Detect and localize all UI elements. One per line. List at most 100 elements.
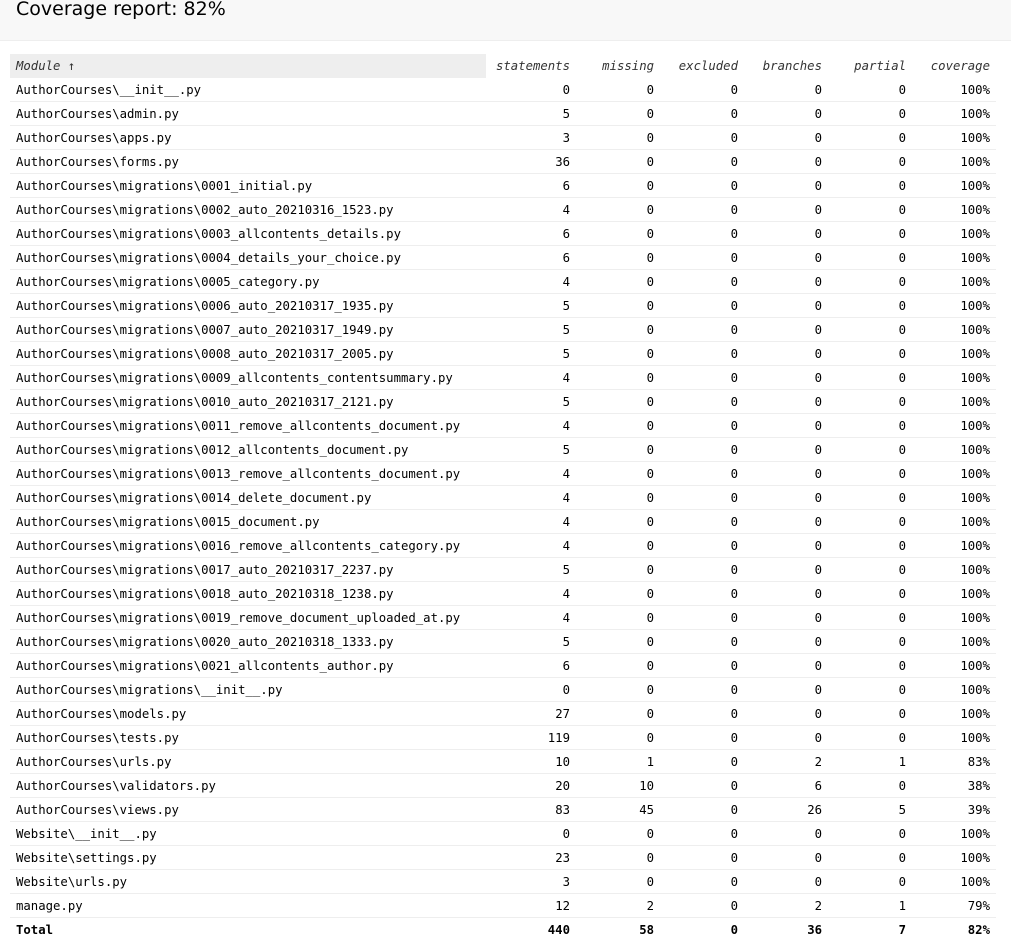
module-file-link[interactable]: Website\__init__.py: [16, 827, 157, 841]
module-file-link[interactable]: AuthorCourses\migrations\0014_delete_doc…: [16, 491, 371, 505]
module-file-link[interactable]: AuthorCourses\migrations\0021_allcontent…: [16, 659, 394, 673]
column-header-branches[interactable]: branches: [744, 54, 828, 78]
module-file-link[interactable]: AuthorCourses\migrations\0012_allcontent…: [16, 443, 408, 457]
module-file-link[interactable]: AuthorCourses\migrations\0016_remove_all…: [16, 539, 460, 553]
missing-cell: 0: [576, 534, 660, 558]
module-file-link[interactable]: AuthorCourses\migrations\0001_initial.py: [16, 179, 312, 193]
branches-cell: 0: [744, 150, 828, 174]
coverage-cell: 100%: [912, 414, 996, 438]
missing-cell: 0: [576, 486, 660, 510]
module-file-link[interactable]: AuthorCourses\migrations\0019_remove_doc…: [16, 611, 460, 625]
branches-cell: 26: [744, 798, 828, 822]
table-row: AuthorCourses\validators.py201006038%: [10, 774, 996, 798]
column-header-module[interactable]: Module ↑: [10, 54, 486, 78]
table-row: Website\urls.py30000100%: [10, 870, 996, 894]
table-row: AuthorCourses\migrations\0017_auto_20210…: [10, 558, 996, 582]
module-file-link[interactable]: AuthorCourses\migrations\0018_auto_20210…: [16, 587, 394, 601]
module-file-link[interactable]: AuthorCourses\admin.py: [16, 107, 179, 121]
module-file-link[interactable]: AuthorCourses\migrations\0007_auto_20210…: [16, 323, 394, 337]
branches-cell: 0: [744, 606, 828, 630]
statements-cell: 4: [486, 462, 576, 486]
module-file-link[interactable]: Website\settings.py: [16, 851, 157, 865]
coverage-cell: 100%: [912, 510, 996, 534]
table-row: AuthorCourses\migrations\0012_allcontent…: [10, 438, 996, 462]
branches-cell: 0: [744, 678, 828, 702]
partial-cell: 0: [828, 486, 912, 510]
table-row: AuthorCourses\migrations\0008_auto_20210…: [10, 342, 996, 366]
column-header-statements[interactable]: statements: [486, 54, 576, 78]
coverage-cell: 39%: [912, 798, 996, 822]
missing-cell: 0: [576, 822, 660, 846]
module-cell: AuthorCourses\migrations\0006_auto_20210…: [10, 294, 486, 318]
module-cell: AuthorCourses\views.py: [10, 798, 486, 822]
coverage-cell: 100%: [912, 558, 996, 582]
module-cell: AuthorCourses\migrations\__init__.py: [10, 678, 486, 702]
module-file-link[interactable]: AuthorCourses\apps.py: [16, 131, 171, 145]
module-file-link[interactable]: AuthorCourses\urls.py: [16, 755, 171, 769]
coverage-cell: 100%: [912, 270, 996, 294]
branches-cell: 0: [744, 702, 828, 726]
module-file-link[interactable]: AuthorCourses\tests.py: [16, 731, 179, 745]
branches-cell: 0: [744, 318, 828, 342]
column-header-missing[interactable]: missing: [576, 54, 660, 78]
column-header-excluded[interactable]: excluded: [660, 54, 744, 78]
module-file-link[interactable]: AuthorCourses\migrations\0006_auto_20210…: [16, 299, 394, 313]
table-row: AuthorCourses\models.py270000100%: [10, 702, 996, 726]
module-cell: AuthorCourses\migrations\0001_initial.py: [10, 174, 486, 198]
excluded-cell: 0: [660, 486, 744, 510]
module-file-link[interactable]: AuthorCourses\migrations\0013_remove_all…: [16, 467, 460, 481]
missing-cell: 0: [576, 198, 660, 222]
excluded-cell: 0: [660, 462, 744, 486]
missing-cell: 0: [576, 126, 660, 150]
module-file-link[interactable]: manage.py: [16, 899, 83, 913]
branches-cell: 6: [744, 774, 828, 798]
coverage-cell: 100%: [912, 438, 996, 462]
module-file-link[interactable]: AuthorCourses\forms.py: [16, 155, 179, 169]
branches-cell: 2: [744, 750, 828, 774]
module-file-link[interactable]: AuthorCourses\__init__.py: [16, 83, 201, 97]
statements-cell: 4: [486, 510, 576, 534]
module-file-link[interactable]: AuthorCourses\views.py: [16, 803, 179, 817]
statements-cell: 6: [486, 654, 576, 678]
module-file-link[interactable]: AuthorCourses\migrations\0017_auto_20210…: [16, 563, 394, 577]
statements-cell: 4: [486, 198, 576, 222]
module-file-link[interactable]: AuthorCourses\models.py: [16, 707, 186, 721]
statements-cell: 27: [486, 702, 576, 726]
module-file-link[interactable]: AuthorCourses\migrations\0005_category.p…: [16, 275, 320, 289]
module-file-link[interactable]: AuthorCourses\migrations\0020_auto_20210…: [16, 635, 394, 649]
excluded-cell: 0: [660, 342, 744, 366]
module-file-link[interactable]: AuthorCourses\migrations\0004_details_yo…: [16, 251, 401, 265]
module-file-link[interactable]: Website\urls.py: [16, 875, 127, 889]
module-file-link[interactable]: AuthorCourses\migrations\0015_document.p…: [16, 515, 320, 529]
statements-cell: 36: [486, 150, 576, 174]
coverage-cell: 100%: [912, 702, 996, 726]
statements-cell: 20: [486, 774, 576, 798]
table-row: AuthorCourses\migrations\0007_auto_20210…: [10, 318, 996, 342]
table-row: AuthorCourses\migrations\0020_auto_20210…: [10, 630, 996, 654]
statements-cell: 83: [486, 798, 576, 822]
excluded-cell: 0: [660, 606, 744, 630]
column-header-coverage[interactable]: coverage: [912, 54, 996, 78]
module-file-link[interactable]: AuthorCourses\migrations\0008_auto_20210…: [16, 347, 394, 361]
module-file-link[interactable]: AuthorCourses\migrations\0002_auto_20210…: [16, 203, 394, 217]
module-file-link[interactable]: AuthorCourses\migrations\0003_allcontent…: [16, 227, 401, 241]
table-row: AuthorCourses\admin.py50000100%: [10, 102, 996, 126]
excluded-cell: 0: [660, 390, 744, 414]
coverage-cell: 100%: [912, 462, 996, 486]
table-row: AuthorCourses\tests.py1190000100%: [10, 726, 996, 750]
total-label: Total: [10, 918, 486, 941]
module-file-link[interactable]: AuthorCourses\migrations\0009_allcontent…: [16, 371, 453, 385]
module-file-link[interactable]: AuthorCourses\migrations\__init__.py: [16, 683, 283, 697]
branches-cell: 0: [744, 510, 828, 534]
table-row: Website\__init__.py00000100%: [10, 822, 996, 846]
missing-cell: 0: [576, 438, 660, 462]
partial-cell: 0: [828, 438, 912, 462]
branches-cell: 0: [744, 654, 828, 678]
module-file-link[interactable]: AuthorCourses\migrations\0011_remove_all…: [16, 419, 460, 433]
module-file-link[interactable]: AuthorCourses\validators.py: [16, 779, 216, 793]
table-row: manage.py12202179%: [10, 894, 996, 918]
column-header-partial[interactable]: partial: [828, 54, 912, 78]
module-file-link[interactable]: AuthorCourses\migrations\0010_auto_20210…: [16, 395, 394, 409]
coverage-cell: 100%: [912, 198, 996, 222]
partial-cell: 0: [828, 342, 912, 366]
